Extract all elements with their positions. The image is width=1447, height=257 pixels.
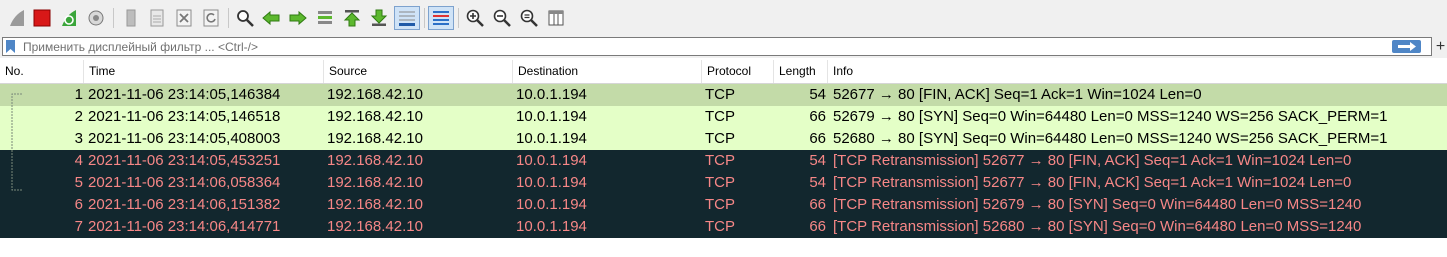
cell-source: 192.168.42.10 [327, 130, 423, 147]
zoom-in-icon[interactable] [463, 6, 487, 30]
cell-time: 2021-11-06 23:14:05,453251 [88, 152, 281, 169]
cell-time: 2021-11-06 23:14:06,058364 [88, 174, 281, 191]
shark-fin-start-icon[interactable] [5, 6, 29, 30]
column-header-source[interactable]: Source [324, 60, 513, 83]
cell-protocol: TCP [705, 130, 735, 147]
arrow-right-icon [1397, 42, 1416, 51]
display-filter-input[interactable] [23, 38, 1383, 55]
add-filter-button-plus-icon[interactable]: + [1434, 37, 1447, 56]
cell-source: 192.168.42.10 [327, 218, 423, 235]
find-packet-icon[interactable] [233, 6, 257, 30]
cell-time: 2021-11-06 23:14:05,146518 [88, 108, 281, 125]
cell-destination: 10.0.1.194 [516, 196, 587, 213]
cell-info: 52679 → 80 [SYN] Seq=0 Win=64480 Len=0 M… [833, 108, 1388, 125]
packet-list: No. Time Source Destination Protocol Len… [0, 60, 1447, 257]
cell-source: 192.168.42.10 [327, 152, 423, 169]
resize-columns-icon[interactable] [544, 6, 568, 30]
cell-protocol: TCP [705, 86, 735, 103]
cell-source: 192.168.42.10 [327, 196, 423, 213]
cell-info: 52677 → 80 [FIN, ACK] Seq=1 Ack=1 Win=10… [833, 86, 1202, 103]
cell-protocol: TCP [705, 108, 735, 125]
go-back-icon[interactable] [259, 6, 283, 30]
table-row[interactable]: 7 2021-11-06 23:14:06,414771 192.168.42.… [0, 216, 1447, 238]
conversation-bracket [11, 93, 22, 191]
reload-file-icon[interactable] [199, 6, 223, 30]
save-file-icon[interactable] [145, 6, 169, 30]
cell-source: 192.168.42.10 [327, 108, 423, 125]
close-file-icon[interactable] [172, 6, 196, 30]
column-header-length[interactable]: Length [774, 60, 828, 83]
go-forward-icon[interactable] [286, 6, 310, 30]
column-header-protocol[interactable]: Protocol [702, 60, 774, 83]
table-row[interactable]: 3 2021-11-06 23:14:05,408003 192.168.42.… [0, 128, 1447, 150]
cell-protocol: TCP [705, 196, 735, 213]
toolbar-separator [113, 8, 114, 28]
cell-length: 54 [809, 86, 826, 103]
cell-destination: 10.0.1.194 [516, 152, 587, 169]
table-row[interactable]: 4 2021-11-06 23:14:05,453251 192.168.42.… [0, 150, 1447, 172]
cell-info: [TCP Retransmission] 52677 → 80 [FIN, AC… [833, 174, 1352, 191]
cell-time: 2021-11-06 23:14:05,408003 [88, 130, 281, 147]
zoom-normal-icon[interactable] [517, 6, 541, 30]
cell-destination: 10.0.1.194 [516, 108, 587, 125]
cell-destination: 10.0.1.194 [516, 174, 587, 191]
cell-info: [TCP Retransmission] 52677 → 80 [FIN, AC… [833, 152, 1352, 169]
cell-time: 2021-11-06 23:14:06,414771 [88, 218, 281, 235]
cell-time: 2021-11-06 23:14:06,151382 [88, 196, 281, 213]
cell-length: 66 [809, 218, 826, 235]
cell-source: 192.168.42.10 [327, 174, 423, 191]
apply-filter-button[interactable] [1392, 40, 1421, 53]
column-header-destination[interactable]: Destination [513, 60, 702, 83]
cell-length: 66 [809, 196, 826, 213]
cell-length: 66 [809, 108, 826, 125]
table-row[interactable]: 2 2021-11-06 23:14:05,146518 192.168.42.… [0, 106, 1447, 128]
packet-list-header: No. Time Source Destination Protocol Len… [0, 60, 1447, 84]
cell-destination: 10.0.1.194 [516, 86, 587, 103]
colorize-icon[interactable] [428, 6, 454, 30]
table-row[interactable]: 5 2021-11-06 23:14:06,058364 192.168.42.… [0, 172, 1447, 194]
toolbar-separator [228, 8, 229, 28]
autoscroll-icon[interactable] [394, 6, 420, 30]
zoom-out-icon[interactable] [490, 6, 514, 30]
cell-info: [TCP Retransmission] 52680 → 80 [SYN] Se… [833, 218, 1362, 235]
display-filter-box [2, 37, 1432, 56]
column-header-no[interactable]: No. [0, 60, 84, 83]
table-row[interactable]: 1 2021-11-06 23:14:05,146384 192.168.42.… [0, 84, 1447, 106]
cell-length: 54 [809, 174, 826, 191]
packet-list-empty-area [0, 238, 1447, 257]
bookmark-icon[interactable] [6, 40, 15, 53]
table-row[interactable]: 6 2021-11-06 23:14:06,151382 192.168.42.… [0, 194, 1447, 216]
capture-options-icon[interactable] [84, 6, 108, 30]
go-to-packet-icon[interactable] [313, 6, 337, 30]
cell-protocol: TCP [705, 218, 735, 235]
packet-rows: 1 2021-11-06 23:14:05,146384 192.168.42.… [0, 84, 1447, 238]
cell-length: 54 [809, 152, 826, 169]
cell-time: 2021-11-06 23:14:05,146384 [88, 86, 281, 103]
cell-protocol: TCP [705, 152, 735, 169]
column-header-time[interactable]: Time [84, 60, 324, 83]
display-filter-bar: + [0, 36, 1447, 58]
cell-info: [TCP Retransmission] 52679 → 80 [SYN] Se… [833, 196, 1362, 213]
cell-length: 66 [809, 130, 826, 147]
cell-source: 192.168.42.10 [327, 86, 423, 103]
main-toolbar [0, 0, 1447, 37]
toolbar-separator [458, 8, 459, 28]
cell-protocol: TCP [705, 174, 735, 191]
cell-info: 52680 → 80 [SYN] Seq=0 Win=64480 Len=0 M… [833, 130, 1388, 147]
toolbar-separator [424, 8, 425, 28]
cell-destination: 10.0.1.194 [516, 130, 587, 147]
cell-destination: 10.0.1.194 [516, 218, 587, 235]
stop-capture-icon[interactable] [30, 6, 54, 30]
column-header-info[interactable]: Info [828, 60, 1447, 83]
go-first-icon[interactable] [340, 6, 364, 30]
restart-capture-icon[interactable] [57, 6, 81, 30]
go-last-icon[interactable] [367, 6, 391, 30]
open-file-icon[interactable] [120, 6, 144, 30]
